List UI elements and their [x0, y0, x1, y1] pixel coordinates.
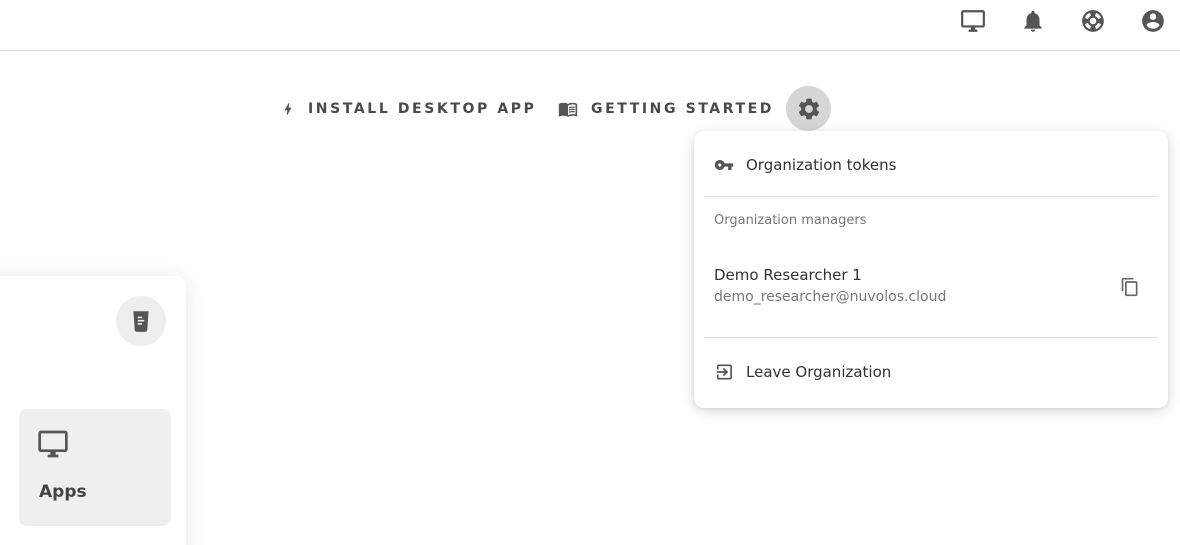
book-icon: [558, 102, 578, 117]
getting-started-label: GETTING STARTED: [591, 101, 775, 117]
notifications-button[interactable]: [1019, 7, 1047, 35]
copy-email-button[interactable]: [1118, 275, 1142, 299]
login-box-icon: [716, 364, 732, 380]
manager-name: Demo Researcher 1: [714, 266, 862, 284]
apps-label: Apps: [39, 482, 87, 502]
manager-email: demo_researcher@nuvolos.cloud: [714, 289, 947, 305]
settings-button[interactable]: [786, 86, 831, 131]
organization-managers-header: Organization managers: [714, 213, 867, 228]
organization-tokens-item[interactable]: Organization tokens: [714, 155, 896, 175]
beaker-icon: [133, 311, 149, 332]
lightning-bolt-icon: [284, 103, 292, 115]
leave-organization-label: Leave Organization: [746, 363, 892, 381]
lifebuoy-icon: [1082, 10, 1104, 32]
menu-divider: [704, 196, 1158, 197]
menu-divider: [704, 337, 1158, 338]
apps-tile[interactable]: Apps: [19, 409, 171, 526]
copy-icon: [1121, 277, 1138, 297]
settings-dropdown-menu: Organization tokens Organization manager…: [694, 131, 1168, 408]
account-button[interactable]: [1139, 7, 1167, 35]
organization-tokens-label: Organization tokens: [746, 156, 897, 174]
bell-icon: [1024, 10, 1042, 32]
gear-icon: [798, 98, 819, 119]
side-panel-card: Apps: [0, 276, 186, 545]
account-circle-icon: [1142, 10, 1164, 32]
desktop-monitor-button[interactable]: [959, 7, 987, 35]
toggle-panel-button[interactable]: [116, 296, 166, 346]
monitor-icon: [38, 430, 68, 458]
help-support-button[interactable]: [1079, 7, 1107, 35]
install-desktop-app-button[interactable]: INSTALL DESKTOP APP: [280, 96, 536, 122]
key-icon: [714, 160, 734, 170]
install-desktop-app-label: INSTALL DESKTOP APP: [308, 101, 537, 117]
getting-started-button[interactable]: GETTING STARTED: [557, 96, 774, 122]
leave-organization-item[interactable]: Leave Organization: [714, 362, 891, 382]
top-app-bar: [0, 0, 1180, 51]
monitor-icon: [961, 10, 985, 32]
